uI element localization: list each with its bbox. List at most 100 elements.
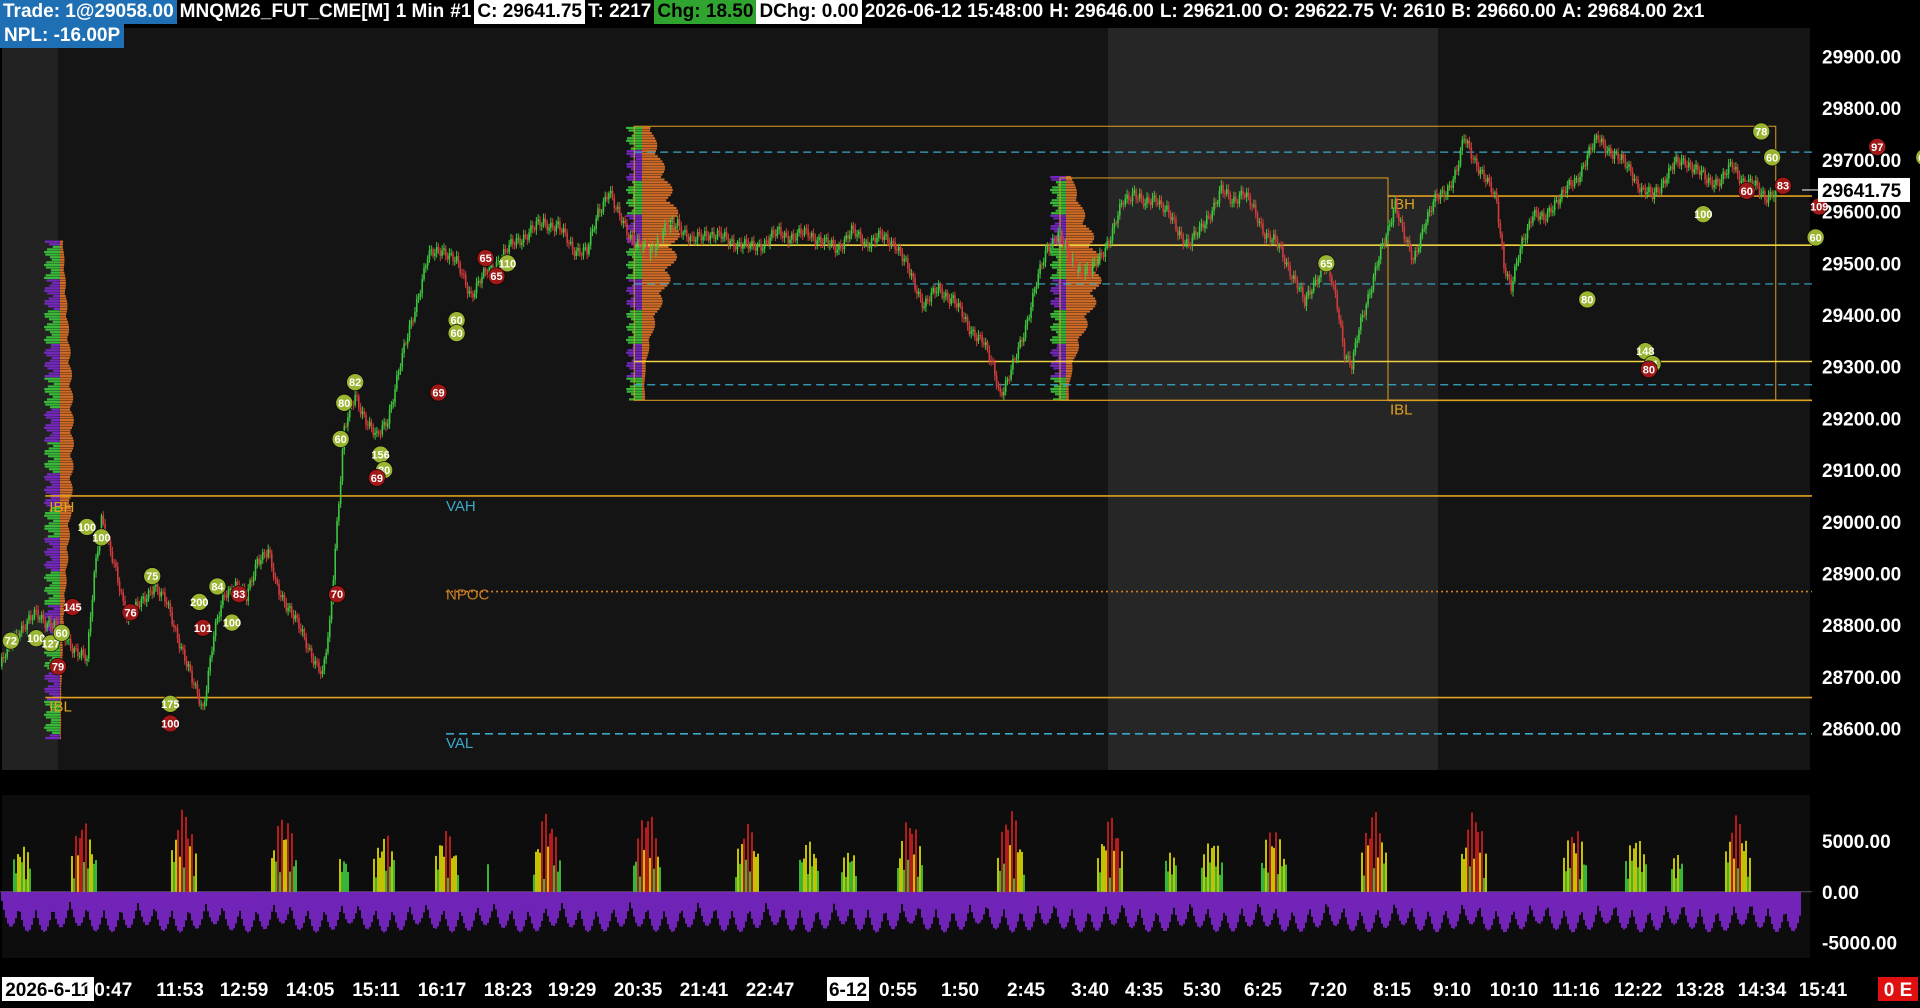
candle-body [214, 621, 217, 637]
profile-bar [44, 387, 60, 391]
candle-body [664, 224, 666, 231]
profile-bar [60, 271, 65, 274]
candle-body [747, 242, 750, 249]
candle-body [849, 235, 851, 239]
profile-bar [60, 687, 62, 691]
signal-label: 101 [194, 623, 212, 635]
profile-bar [60, 256, 65, 259]
profile-bar [1050, 315, 1066, 318]
profile-bar [1052, 186, 1066, 189]
candle-body [941, 288, 944, 298]
profile-bar [44, 537, 60, 541]
close-value: C: 29641.75 [474, 0, 585, 24]
candle-body [1215, 202, 1217, 205]
change-value: Chg: 18.50 [654, 0, 757, 24]
profile-bar [629, 292, 642, 295]
profile-bar [642, 328, 654, 331]
candle-body [780, 226, 782, 236]
candle-body [1106, 241, 1108, 248]
profile-bar [60, 556, 69, 559]
candle-body [600, 211, 603, 213]
candle-body [298, 617, 300, 629]
candle-body [1653, 192, 1656, 200]
profile-bar [49, 556, 60, 559]
profile-bar [1066, 292, 1091, 295]
candle-body [595, 218, 597, 229]
chart-svg[interactable]: 29900.0029800.0029700.0029600.0029500.00… [0, 0, 1920, 1003]
profile-bar [53, 457, 60, 460]
time-axis-label: 14:34 [1738, 980, 1787, 1001]
candle-body [328, 619, 331, 637]
profile-bar [60, 726, 62, 729]
profile-bar [60, 724, 62, 727]
candle-body [937, 284, 940, 293]
candle-body [932, 287, 934, 293]
candle-body [1452, 179, 1455, 188]
profile-bar [44, 400, 60, 404]
profile-bar [1066, 214, 1086, 217]
candle-body [140, 599, 143, 607]
candle-body [149, 590, 152, 592]
candle-body [294, 615, 297, 620]
candle-body [791, 233, 793, 240]
candle-body [1470, 147, 1473, 159]
candle-body [48, 620, 50, 624]
candle-body [1258, 221, 1261, 223]
profile-bar [60, 674, 62, 678]
candle-body [751, 240, 753, 245]
candle-body [562, 228, 565, 233]
candle-body [660, 238, 663, 240]
profile-bar [60, 393, 73, 396]
profile-bar [1066, 369, 1073, 373]
candle-body [856, 234, 858, 237]
symbol-label[interactable]: MNQM26_FUT_CME[M] [177, 0, 393, 24]
candle-body [283, 595, 286, 603]
candle-body [548, 227, 550, 231]
profile-bar [60, 354, 71, 357]
candle-body [91, 599, 94, 617]
candle-body [287, 608, 289, 611]
profile-bar [60, 729, 61, 732]
profile-bar [46, 336, 60, 339]
candle-body [1387, 226, 1389, 236]
candle-body [116, 567, 119, 582]
candle-body [617, 206, 619, 209]
candle-body [1767, 195, 1770, 203]
candle-body [1314, 279, 1317, 282]
price-axis-label: 29200.00 [1822, 409, 1901, 430]
profile-bar [642, 175, 662, 179]
profile-bar [642, 377, 645, 380]
candle-body [1756, 180, 1759, 186]
candle-body [954, 295, 956, 304]
interval-label[interactable]: 1 Min [393, 0, 448, 24]
profile-bar [60, 406, 71, 409]
candle-body [535, 221, 538, 230]
candle-body [1412, 259, 1415, 261]
candle-body [1635, 178, 1638, 180]
candle-body [1262, 223, 1264, 235]
profile-bar [60, 581, 67, 585]
candle-body [392, 402, 395, 405]
candle-body [818, 236, 820, 241]
candle-body [1227, 189, 1230, 195]
profile-bar [60, 734, 61, 737]
candle-body [765, 240, 768, 242]
profile-bar [1051, 212, 1066, 215]
profile-bar [642, 181, 668, 184]
profile-bar [47, 310, 60, 313]
candle-body [1383, 243, 1386, 245]
candle-body [479, 280, 481, 284]
candle-body [530, 225, 532, 233]
candle-body [794, 238, 797, 241]
candle-body [265, 554, 268, 558]
profile-bar [642, 341, 650, 344]
profile-bar [1052, 354, 1066, 357]
profile-bar [60, 527, 69, 530]
candle-body [781, 235, 784, 238]
profile-bar [1066, 367, 1073, 370]
candle-body [1669, 167, 1672, 169]
candle-body [256, 558, 259, 564]
delta-axis-label: 0.00 [1822, 883, 1859, 904]
candle-body [20, 625, 23, 633]
candle-body [1557, 200, 1560, 205]
